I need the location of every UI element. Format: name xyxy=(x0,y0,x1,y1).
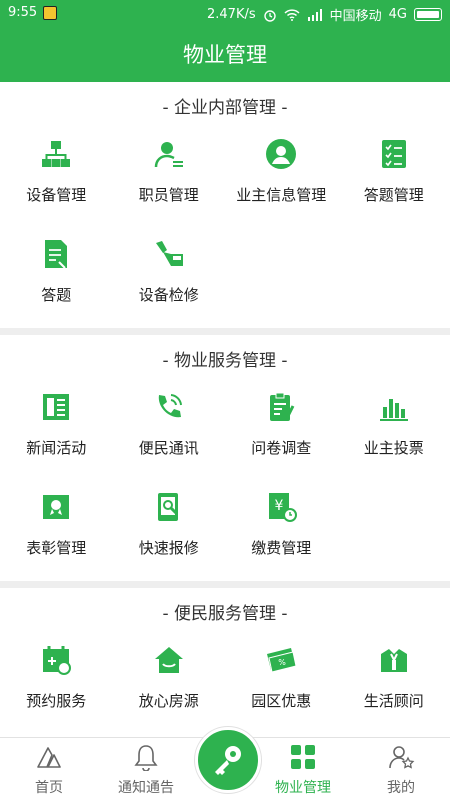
center-key-button[interactable] xyxy=(195,727,261,793)
house-listing-icon xyxy=(153,644,185,676)
menu-item-equipment-repair[interactable]: 设备检修 xyxy=(113,228,226,328)
menu-item-quiz-management[interactable]: 答题管理 xyxy=(338,128,450,228)
menu-item-payment-management[interactable]: ¥ 缴费管理 xyxy=(225,481,338,581)
alarm-icon xyxy=(263,8,277,22)
menu-item-booking-service[interactable]: 预约服务 xyxy=(0,634,113,734)
menu-item-news-activities[interactable]: 新闻活动 xyxy=(0,381,113,481)
menu-item-park-discounts[interactable]: % 园区优惠 xyxy=(225,634,338,734)
tab-label: 首页 xyxy=(35,777,63,797)
menu-item-convenience-contacts[interactable]: 便民通讯 xyxy=(113,381,226,481)
menu-item-label: 设备管理 xyxy=(26,184,86,205)
section-property-service-management: - 物业服务管理 - 新闻活动 便民通讯 问卷调查 业主投票 表彰管理 快速报修… xyxy=(0,335,450,581)
menu-item-equipment-management[interactable]: 设备管理 xyxy=(0,128,113,228)
quiz-document-icon xyxy=(40,238,72,270)
menu-item-label: 缴费管理 xyxy=(251,537,311,558)
menu-item-quiz[interactable]: 答题 xyxy=(0,228,113,328)
menu-item-label: 设备检修 xyxy=(139,284,199,305)
menu-item-owner-info-management[interactable]: 业主信息管理 xyxy=(225,128,338,228)
menu-item-label: 业主信息管理 xyxy=(236,184,326,205)
svg-text:¥: ¥ xyxy=(275,498,284,514)
network-speed: 2.47K/s xyxy=(207,7,256,22)
newspaper-icon xyxy=(40,391,72,423)
svg-text:%: % xyxy=(278,658,286,667)
menu-item-label: 便民通讯 xyxy=(139,437,199,458)
menu-item-label: 表彰管理 xyxy=(26,537,86,558)
tab-label: 物业管理 xyxy=(275,777,331,797)
quick-repair-icon xyxy=(153,491,185,523)
bar-chart-icon xyxy=(378,391,410,423)
carrier-name: 中国移动 xyxy=(330,5,382,24)
section-title: - 企业内部管理 - xyxy=(0,82,450,128)
menu-item-label: 生活顾问 xyxy=(364,690,424,711)
home-icon xyxy=(35,743,63,771)
staff-icon xyxy=(153,138,185,170)
grid-apps-icon xyxy=(289,743,317,771)
survey-clipboard-icon xyxy=(265,391,297,423)
network-type: 4G xyxy=(389,7,407,22)
calendar-booking-icon xyxy=(40,644,72,676)
phone-call-icon xyxy=(153,391,185,423)
menu-item-label: 职员管理 xyxy=(139,184,199,205)
award-certificate-icon xyxy=(40,491,72,523)
menu-item-label: 放心房源 xyxy=(139,690,199,711)
payment-yen-icon: ¥ xyxy=(265,491,297,523)
menu-item-label: 业主投票 xyxy=(364,437,424,458)
owner-profile-icon xyxy=(265,138,297,170)
tab-label: 通知通告 xyxy=(118,777,174,797)
discount-ticket-icon: % xyxy=(265,644,297,676)
status-bar: 9:55 2.47K/s 中国移动 4G xyxy=(0,0,450,26)
checklist-icon xyxy=(378,138,410,170)
tab-property-management[interactable]: 物业管理 xyxy=(258,738,348,801)
menu-item-staff-management[interactable]: 职员管理 xyxy=(113,128,226,228)
bell-icon xyxy=(132,743,160,771)
menu-item-life-advisor[interactable]: 生活顾问 xyxy=(338,634,450,734)
menu-item-label: 预约服务 xyxy=(26,690,86,711)
tab-label: 我的 xyxy=(387,777,415,797)
notification-app-icon xyxy=(43,6,57,20)
menu-item-label: 园区优惠 xyxy=(251,690,311,711)
wifi-icon xyxy=(284,9,300,21)
hierarchy-icon xyxy=(40,138,72,170)
repair-tools-icon xyxy=(153,238,185,270)
battery-icon xyxy=(414,8,442,21)
menu-item-trusted-housing[interactable]: 放心房源 xyxy=(113,634,226,734)
user-icon xyxy=(387,743,415,771)
menu-item-label: 快速报修 xyxy=(139,537,199,558)
menu-item-questionnaire[interactable]: 问卷调查 xyxy=(225,381,338,481)
page-title: 物业管理 xyxy=(183,39,267,69)
menu-item-label: 答题管理 xyxy=(364,184,424,205)
app-header: 物业管理 xyxy=(0,26,450,82)
tab-mine[interactable]: 我的 xyxy=(356,738,446,801)
menu-item-label: 问卷调查 xyxy=(251,437,311,458)
menu-item-owner-voting[interactable]: 业主投票 xyxy=(338,381,450,481)
advisor-icon xyxy=(378,644,410,676)
section-convenience-service-management: - 便民服务管理 - 预约服务 放心房源 % 园区优惠 生活顾问 xyxy=(0,588,450,737)
status-time: 9:55 xyxy=(8,5,37,20)
signal-icon xyxy=(307,9,323,21)
key-icon xyxy=(209,741,247,779)
menu-item-label: 答题 xyxy=(41,284,71,305)
tab-notifications[interactable]: 通知通告 xyxy=(101,738,191,801)
tab-home[interactable]: 首页 xyxy=(4,738,94,801)
menu-item-label: 新闻活动 xyxy=(26,437,86,458)
section-title: - 物业服务管理 - xyxy=(0,335,450,381)
section-title: - 便民服务管理 - xyxy=(0,588,450,634)
menu-item-commendation-management[interactable]: 表彰管理 xyxy=(0,481,113,581)
menu-item-quick-repair[interactable]: 快速报修 xyxy=(113,481,226,581)
section-internal-management: - 企业内部管理 - 设备管理 职员管理 业主信息管理 答题管理 答题 设备检修 xyxy=(0,82,450,328)
